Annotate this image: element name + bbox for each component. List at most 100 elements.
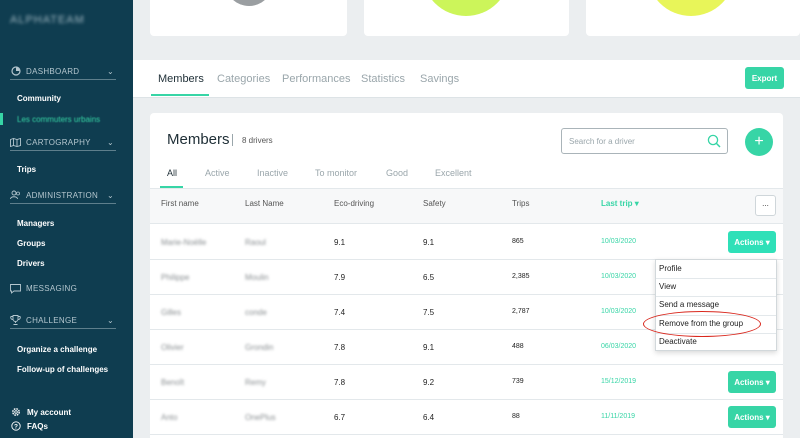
eco-score: 7.9 bbox=[334, 273, 346, 282]
last-trip-date: 10/03/2020 bbox=[601, 273, 637, 280]
trip-count: 88 bbox=[512, 413, 520, 420]
add-driver-button[interactable]: + bbox=[745, 128, 773, 156]
filter-to-monitor[interactable]: To monitor bbox=[315, 168, 357, 178]
menu-item-view[interactable]: View bbox=[659, 282, 676, 291]
nav-item-label: FAQs bbox=[27, 421, 48, 431]
nav-item-followup-challenges[interactable]: Follow-up of challenges bbox=[17, 365, 108, 374]
eco-score: 7.8 bbox=[334, 378, 346, 387]
last-trip-date: 10/03/2020 bbox=[601, 308, 637, 315]
table-row[interactable]: Anto OnePlus 6.7 6.4 88 11/11/2019 Actio… bbox=[150, 400, 783, 435]
nav-section-label: CARTOGRAPHY bbox=[26, 137, 91, 147]
col-eco-driving[interactable]: Eco-driving bbox=[334, 199, 374, 208]
filter-all[interactable]: All bbox=[167, 168, 177, 178]
nav-item-drivers[interactable]: Drivers bbox=[17, 259, 45, 268]
table-header: First name Last Name Eco-driving Safety … bbox=[150, 188, 783, 224]
dashboard-icon bbox=[10, 66, 21, 76]
active-indicator bbox=[0, 113, 3, 125]
trip-count: 488 bbox=[512, 343, 524, 350]
nav-item-label: My account bbox=[27, 407, 72, 417]
kpi-card bbox=[586, 0, 800, 36]
nav-item-groups[interactable]: Groups bbox=[17, 239, 45, 248]
map-icon bbox=[10, 137, 21, 147]
actions-button[interactable]: Actions ▾ bbox=[728, 231, 776, 253]
gauge-graphic bbox=[233, 0, 265, 6]
menu-item-send-message[interactable]: Send a message bbox=[659, 300, 719, 309]
last-name: Moulin bbox=[245, 273, 269, 282]
filter-inactive[interactable]: Inactive bbox=[257, 168, 288, 178]
last-name: conde bbox=[245, 308, 267, 317]
tab-savings[interactable]: Savings bbox=[420, 73, 459, 85]
tab-members[interactable]: Members bbox=[158, 73, 204, 85]
nav-section-administration[interactable]: ADMINISTRATION ⌄ bbox=[10, 190, 116, 204]
first-name: Benoît bbox=[161, 378, 185, 387]
col-trips[interactable]: Trips bbox=[512, 199, 529, 208]
last-trip-date: 06/03/2020 bbox=[601, 343, 637, 350]
nav-item-faqs[interactable]: ? FAQs bbox=[11, 421, 48, 431]
nav-section-label: MESSAGING bbox=[26, 284, 78, 293]
actions-button[interactable]: Actions ▾ bbox=[728, 406, 776, 428]
col-last-name[interactable]: Last Name bbox=[245, 199, 284, 208]
last-name: OnePlus bbox=[245, 413, 276, 422]
last-name: Grondin bbox=[245, 343, 274, 352]
trophy-icon bbox=[10, 315, 21, 325]
nav-item-urban-commuters[interactable]: Les commuters urbains bbox=[17, 115, 100, 124]
nav-section-messaging[interactable]: MESSAGING bbox=[10, 283, 116, 297]
more-options-button[interactable]: ... bbox=[755, 195, 776, 216]
col-safety[interactable]: Safety bbox=[423, 199, 446, 208]
search-icon[interactable] bbox=[707, 134, 721, 148]
export-button[interactable]: Export bbox=[745, 67, 784, 89]
menu-item-deactivate[interactable]: Deactivate bbox=[659, 337, 697, 346]
nav-item-trips[interactable]: Trips bbox=[17, 165, 36, 174]
last-trip-date: 15/12/2019 bbox=[601, 378, 637, 385]
trip-count: 2,385 bbox=[512, 273, 530, 280]
nav-item-my-account[interactable]: My account bbox=[11, 407, 71, 417]
nav-item-managers[interactable]: Managers bbox=[17, 219, 54, 228]
filter-active[interactable]: Active bbox=[205, 168, 230, 178]
tab-performances[interactable]: Performances bbox=[282, 73, 350, 85]
users-icon bbox=[10, 190, 21, 200]
nav-item-community[interactable]: Community bbox=[17, 94, 61, 103]
help-icon: ? bbox=[11, 421, 21, 431]
chevron-down-icon: ⌄ bbox=[106, 191, 114, 200]
kpi-card bbox=[364, 0, 569, 36]
eco-score: 6.7 bbox=[334, 413, 346, 422]
svg-text:?: ? bbox=[14, 423, 18, 430]
nav-section-cartography[interactable]: CARTOGRAPHY ⌄ bbox=[10, 137, 116, 151]
safety-score: 9.2 bbox=[423, 378, 435, 387]
brand-logo: ALPHATEAM bbox=[10, 14, 85, 26]
safety-score: 6.5 bbox=[423, 273, 435, 282]
first-name: Philippe bbox=[161, 273, 190, 282]
last-trip-date: 11/11/2019 bbox=[601, 413, 635, 420]
last-name: Raoul bbox=[245, 238, 266, 247]
actions-button[interactable]: Actions ▾ bbox=[728, 371, 776, 393]
col-last-trip[interactable]: Last trip ▾ bbox=[601, 199, 639, 208]
search-box[interactable] bbox=[561, 128, 728, 154]
first-name: Olivier bbox=[161, 343, 184, 352]
nav-section-label: CHALLENGE bbox=[26, 315, 78, 325]
nav-item-organize-challenge[interactable]: Organize a challenge bbox=[17, 345, 97, 354]
filter-excellent[interactable]: Excellent bbox=[435, 168, 472, 178]
nav-section-dashboard[interactable]: DASHBOARD ⌄ bbox=[10, 66, 116, 80]
first-name: Anto bbox=[161, 413, 178, 422]
gauge-graphic bbox=[657, 0, 725, 16]
sidebar: ALPHATEAM DASHBOARD ⌄ Community Les comm… bbox=[0, 0, 133, 438]
safety-score: 6.4 bbox=[423, 413, 435, 422]
gear-icon bbox=[11, 407, 21, 417]
menu-divider bbox=[656, 296, 776, 297]
nav-section-label: DASHBOARD bbox=[26, 66, 80, 76]
safety-score: 7.5 bbox=[423, 308, 435, 317]
first-name: Gilles bbox=[161, 308, 182, 317]
active-tab-indicator bbox=[151, 94, 209, 96]
eco-score: 7.4 bbox=[334, 308, 346, 317]
col-first-name[interactable]: First name bbox=[161, 199, 199, 208]
nav-section-challenge[interactable]: CHALLENGE ⌄ bbox=[10, 315, 116, 329]
table-row[interactable]: Benoît Remy 7.8 9.2 739 15/12/2019 Actio… bbox=[150, 365, 783, 400]
filter-good[interactable]: Good bbox=[386, 168, 408, 178]
table-row[interactable]: Marie-Noëlle Raoul 9.1 9.1 865 10/03/202… bbox=[150, 225, 783, 260]
tab-statistics[interactable]: Statistics bbox=[361, 73, 405, 85]
search-input[interactable] bbox=[562, 129, 702, 153]
tab-categories[interactable]: Categories bbox=[217, 73, 270, 85]
annotation-ellipse bbox=[643, 311, 761, 337]
title-divider bbox=[232, 134, 233, 146]
menu-item-profile[interactable]: Profile bbox=[659, 264, 682, 273]
